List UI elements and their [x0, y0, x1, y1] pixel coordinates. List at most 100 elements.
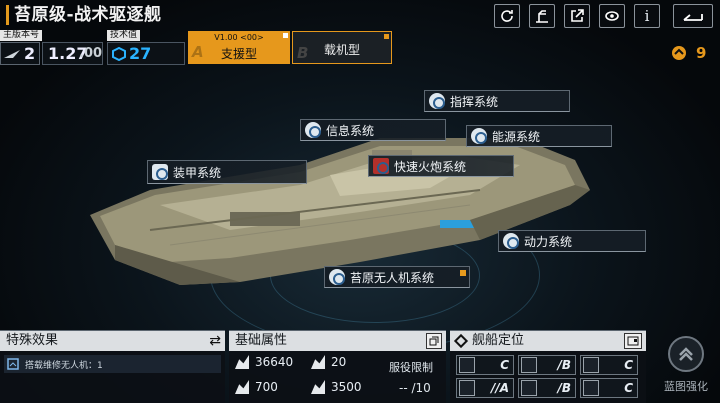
tab-support-label: 支援型	[220, 47, 257, 61]
back-button[interactable]	[673, 4, 713, 28]
share-icon	[571, 9, 584, 22]
system-power-label: 动力系统	[524, 234, 573, 249]
tab-support[interactable]: A V1.00 <00> 支援型	[188, 31, 290, 64]
system-drone-label: 苔原无人机系统	[350, 270, 435, 285]
wing-icon	[4, 50, 20, 58]
special-effects-title: 特殊效果	[0, 331, 225, 351]
position-grade: C	[624, 381, 633, 395]
system-drone[interactable]: 苔原无人机系统	[324, 266, 470, 288]
stat-speed-value: 700	[255, 380, 278, 394]
stat-range: 3500	[311, 380, 362, 394]
special-effect-text: 搭载维修无人机：1	[25, 360, 103, 371]
version-suffix: .00	[79, 46, 103, 61]
role-icon	[459, 380, 475, 396]
refresh-button[interactable]	[494, 4, 520, 28]
role-icon	[459, 357, 475, 373]
position-slot-3: C	[580, 355, 638, 375]
stat-hp-value: 36640	[255, 355, 294, 369]
service-limit-label: 服役限制	[389, 361, 433, 374]
crane-icon	[536, 10, 548, 23]
tech-box: 技术值 27	[107, 30, 185, 66]
positioning-detail-button[interactable]	[624, 333, 642, 349]
system-power[interactable]: 动力系统	[498, 230, 646, 252]
tech-value-box: 27	[107, 42, 185, 65]
drone-corner-mark	[460, 270, 466, 276]
hp-icon	[235, 355, 249, 369]
stat-armor: 20	[311, 355, 346, 369]
armor-stat-icon	[311, 355, 325, 369]
ship-positioning-panel: 舰船定位 C /B C //A /B C	[450, 330, 646, 403]
rank-level: 2	[24, 44, 36, 63]
version-value-box: 1.27 .00	[42, 42, 103, 65]
position-slot-4: //A	[456, 378, 514, 398]
top-bar: 苔原级-战术驱逐舰 i	[0, 0, 720, 30]
power-icon	[503, 233, 519, 249]
role-icon	[521, 357, 537, 373]
range-icon	[311, 380, 325, 394]
medal-icon	[672, 46, 686, 60]
chevron-up-icon	[679, 347, 693, 361]
info-icon: i	[644, 7, 650, 25]
position-slot-2: /B	[518, 355, 576, 375]
blueprint-icon-circle	[668, 336, 704, 372]
crane-button[interactable]	[529, 4, 555, 28]
view-button[interactable]	[599, 4, 625, 28]
system-armor[interactable]: 装甲系统	[147, 160, 307, 184]
share-button[interactable]	[564, 4, 590, 28]
currency-display: 9	[671, 44, 706, 62]
base-attributes-title: 基础属性	[229, 331, 446, 351]
role-icon	[583, 357, 599, 373]
system-info-label: 信息系统	[326, 123, 375, 138]
role-icon	[521, 380, 537, 396]
system-info[interactable]: 信息系统	[300, 119, 446, 141]
window-icon	[429, 336, 439, 346]
system-command-label: 指挥系统	[450, 94, 499, 109]
special-effects-panel: 特殊效果 ⇄ 搭载维修无人机：1	[0, 330, 225, 403]
system-armor-label: 装甲系统	[173, 165, 222, 180]
role-icon	[583, 380, 599, 396]
card-icon	[627, 336, 639, 346]
blueprint-label: 蓝图强化	[664, 380, 708, 393]
tab-support-version: V1.00 <00>	[214, 33, 264, 42]
stat-hp: 36640	[235, 355, 293, 369]
ship-positioning-title: 舰船定位	[450, 331, 646, 351]
armor-icon	[152, 164, 168, 180]
base-attributes-panel: 基础属性 36640 20 700 3500 服役限制 -- /10	[229, 330, 446, 403]
system-rapid-cannon[interactable]: 快速火炮系统	[368, 155, 514, 177]
position-grade: C	[500, 358, 509, 372]
view-icon	[605, 11, 619, 21]
system-energy[interactable]: 能源系统	[466, 125, 612, 147]
drone-repair-icon	[7, 358, 19, 370]
blueprint-enhance-button[interactable]: 蓝图强化	[655, 334, 717, 400]
tech-icon	[112, 47, 126, 61]
version-box: 主版本号 2 1.27 .00	[0, 30, 103, 66]
tab-corner-mark	[283, 33, 288, 38]
service-limit-value: -- /10	[399, 381, 431, 395]
energy-icon	[471, 128, 487, 144]
tab-corner-mark	[384, 34, 389, 39]
system-energy-label: 能源系统	[492, 129, 541, 144]
position-slot-5: /B	[518, 378, 576, 398]
expand-button[interactable]	[426, 333, 442, 349]
stat-speed: 700	[235, 380, 278, 394]
system-rapid-cannon-label: 快速火炮系统	[394, 159, 467, 174]
tab-carrier[interactable]: B 载机型	[292, 31, 392, 64]
info-system-icon	[305, 122, 321, 138]
currency-value: 9	[696, 44, 707, 62]
position-grade: C	[624, 358, 633, 372]
cannon-icon	[373, 158, 389, 174]
version-label: 主版本号	[0, 30, 43, 41]
tech-value: 27	[129, 44, 152, 63]
stat-range-value: 3500	[331, 380, 362, 394]
tech-label: 技术值	[107, 30, 141, 41]
command-icon	[429, 93, 445, 109]
position-slot-1: C	[456, 355, 514, 375]
stat-armor-value: 20	[331, 355, 347, 369]
info-button[interactable]: i	[634, 4, 660, 28]
drone-icon	[329, 269, 345, 285]
system-command[interactable]: 指挥系统	[424, 90, 570, 112]
position-grade: //A	[490, 381, 509, 395]
page-title: 苔原级-战术驱逐舰	[6, 5, 162, 25]
refresh-icon	[501, 10, 513, 22]
swap-icon[interactable]: ⇄	[209, 333, 221, 349]
